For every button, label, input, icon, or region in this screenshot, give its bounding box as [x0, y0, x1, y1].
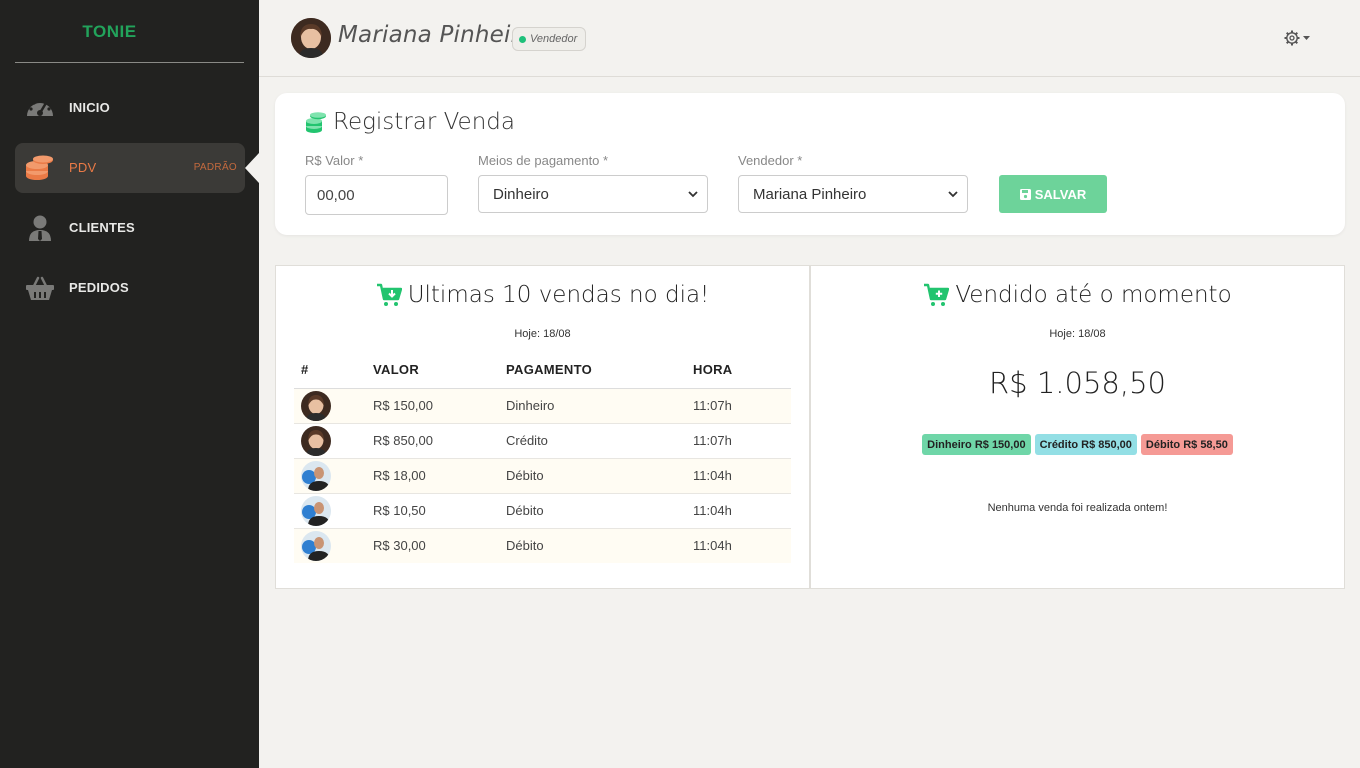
payment-cell: Crédito	[506, 423, 693, 459]
seller-label: Vendedor *	[738, 153, 803, 168]
sidebar-item-label: PEDIDOS	[69, 280, 129, 295]
payment-selected: Dinheiro	[493, 185, 549, 203]
value-cell: R$ 10,50	[373, 493, 506, 529]
header: Mariana Pinheiro Vendedor	[259, 0, 1360, 77]
page-title: Registrar Venda	[333, 109, 515, 135]
payment-cell: Débito	[506, 528, 693, 563]
payment-cell: Débito	[506, 458, 693, 494]
sales-summary-card: Vendido até o momento Hoje: 18/08 R$ 1.0…	[810, 265, 1345, 589]
table-row[interactable]: R$ 30,00 Débito 11:04h	[294, 528, 791, 563]
speedometer-icon	[25, 94, 55, 122]
table-row[interactable]: R$ 850,00 Crédito 11:07h	[294, 423, 791, 459]
tag-debito: Débito R$ 58,50	[1140, 434, 1233, 455]
column-header: PAGAMENTO	[506, 352, 693, 389]
value-cell: R$ 30,00	[373, 528, 506, 563]
seller-selected: Mariana Pinheiro	[753, 185, 867, 203]
avatar	[301, 390, 331, 421]
register-sale-card: Registrar Venda R$ Valor * 00,00 Meios d…	[275, 93, 1345, 235]
chevron-down-icon	[688, 191, 698, 198]
avatar	[301, 460, 331, 491]
role-label: Vendedor	[530, 33, 578, 45]
avatar	[301, 495, 331, 526]
avatar	[301, 530, 331, 561]
caret-down-icon	[1303, 36, 1310, 40]
coins-icon	[25, 154, 55, 182]
payment-breakdown: Dinheiro R$ 150,00 Crédito R$ 850,00 Déb…	[811, 434, 1344, 455]
user-name: Mariana Pinheiro	[338, 22, 535, 48]
tag-dinheiro: Dinheiro R$ 150,00	[922, 434, 1031, 455]
summary-heading: Vendido até o momento	[811, 282, 1344, 308]
no-sales-message: Nenhuma venda foi realizada ontem!	[987, 502, 1168, 514]
sales-table: # VALOR PAGAMENTO HORA R$ 150,00 Dinheir…	[294, 352, 791, 563]
sidebar-item-clientes[interactable]: CLIENTES	[15, 203, 245, 253]
save-label: SALVAR	[1034, 186, 1087, 202]
user-tie-icon	[25, 214, 55, 242]
avatar[interactable]	[291, 18, 331, 58]
status-dot-icon	[519, 35, 526, 43]
active-pointer	[245, 153, 259, 183]
cart-plus-icon	[924, 283, 950, 306]
basket-icon	[25, 274, 55, 302]
recent-sales-heading: Ultimas 10 vendas no dia!	[276, 282, 809, 308]
table-header-row: # VALOR PAGAMENTO HORA	[294, 352, 791, 389]
time-cell: 11:07h	[693, 388, 791, 424]
settings-dropdown[interactable]	[1283, 28, 1317, 48]
nav-badge: PADRÃO	[193, 162, 237, 173]
column-header: #	[294, 352, 373, 389]
cart-download-icon	[376, 283, 402, 306]
value-cell: R$ 850,00	[373, 423, 506, 459]
coins-icon	[305, 110, 327, 134]
sidebar-item-pdv[interactable]: PDV PADRÃO	[15, 143, 245, 193]
time-cell: 11:04h	[693, 458, 791, 494]
seller-select[interactable]: Mariana Pinheiro	[738, 175, 968, 213]
brand-logo[interactable]: TONIE	[0, 22, 219, 42]
payment-cell: Débito	[506, 493, 693, 529]
recent-sales-card: Ultimas 10 vendas no dia! Hoje: 18/08 # …	[275, 265, 810, 589]
time-cell: 11:04h	[693, 528, 791, 563]
total-amount: R$ 1.058,50	[989, 366, 1166, 400]
time-cell: 11:07h	[693, 423, 791, 459]
value-cell: R$ 18,00	[373, 458, 506, 494]
sidebar-item-inicio[interactable]: INICIO	[15, 83, 245, 133]
avatar	[301, 425, 331, 456]
gear-icon	[1284, 30, 1310, 46]
value-label: R$ Valor *	[305, 153, 364, 168]
date-label: Hoje: 18/08	[514, 328, 571, 340]
divider	[15, 62, 244, 63]
payment-select[interactable]: Dinheiro	[478, 175, 708, 213]
table-row[interactable]: R$ 18,00 Débito 11:04h	[294, 458, 791, 494]
table-row[interactable]: R$ 150,00 Dinheiro 11:07h	[294, 388, 791, 424]
payment-cell: Dinheiro	[506, 388, 693, 424]
column-header: VALOR	[373, 352, 506, 389]
sidebar: TONIE INICIO PDV PADRÃO CLIENTES PEDIDOS	[0, 0, 259, 768]
value-cell: R$ 150,00	[373, 388, 506, 424]
save-button[interactable]: SALVAR	[999, 175, 1107, 213]
recent-sales-title: Ultimas 10 vendas no dia!	[407, 282, 710, 308]
summary-title: Vendido até o momento	[955, 282, 1232, 308]
sidebar-item-label: PDV	[69, 160, 97, 175]
chevron-down-icon	[948, 191, 958, 198]
time-cell: 11:04h	[693, 493, 791, 529]
table-row[interactable]: R$ 10,50 Débito 11:04h	[294, 493, 791, 529]
date-label: Hoje: 18/08	[1049, 328, 1106, 340]
role-badge: Vendedor	[512, 27, 587, 51]
payment-label: Meios de pagamento *	[478, 153, 609, 168]
sidebar-item-pedidos[interactable]: PEDIDOS	[15, 263, 245, 313]
floppy-disk-icon	[1019, 188, 1031, 200]
sidebar-item-label: CLIENTES	[69, 220, 135, 235]
sidebar-item-label: INICIO	[69, 100, 110, 115]
column-header: HORA	[693, 352, 791, 389]
value-input[interactable]: 00,00	[305, 175, 448, 215]
tag-credito: Crédito R$ 850,00	[1034, 434, 1137, 455]
